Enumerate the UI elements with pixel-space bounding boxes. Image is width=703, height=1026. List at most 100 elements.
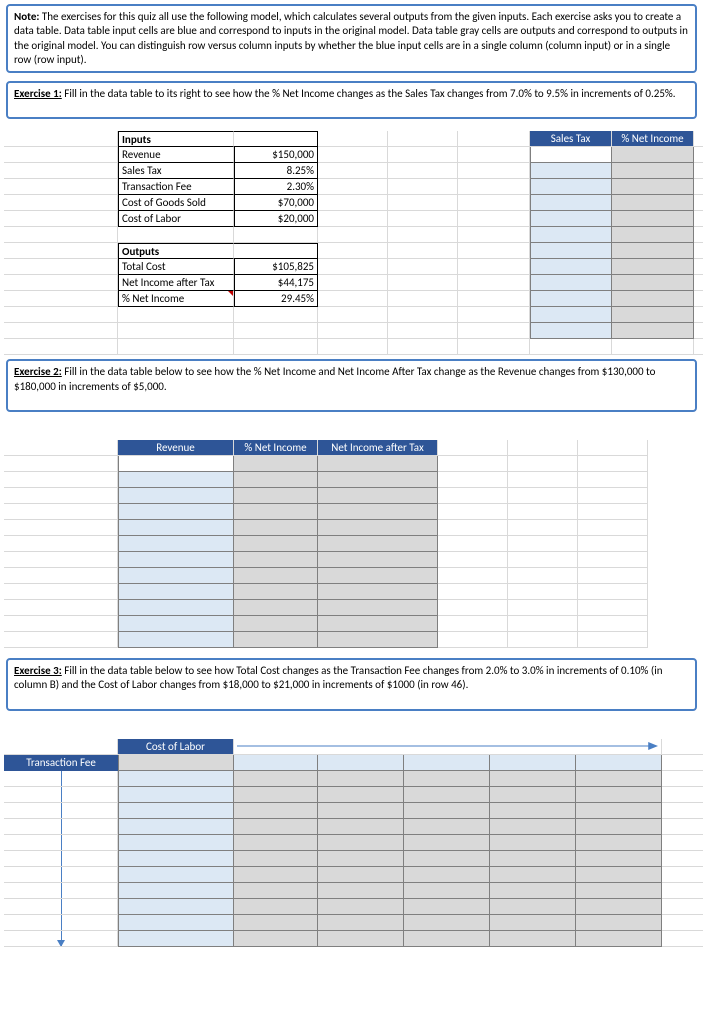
dt2-output-cell[interactable] — [234, 456, 318, 472]
dt3-output-cell[interactable] — [234, 835, 318, 851]
dt2-input-cell[interactable] — [118, 520, 234, 536]
dt3-output-cell[interactable] — [490, 803, 576, 819]
dt3-output-cell[interactable] — [404, 899, 490, 915]
dt2-input-cell[interactable] — [118, 552, 234, 568]
dt3-output-cell[interactable] — [576, 851, 662, 867]
dt2-output-cell[interactable] — [234, 568, 318, 584]
dt3-output-cell[interactable] — [318, 883, 404, 899]
dt3-output-cell[interactable] — [404, 803, 490, 819]
dt1-input-cell[interactable] — [530, 275, 612, 291]
dt2-output-cell[interactable] — [234, 632, 318, 648]
dt3-output-cell[interactable] — [234, 851, 318, 867]
dt3-col-input-cell[interactable] — [118, 835, 234, 851]
dt1-output-cell[interactable] — [612, 243, 694, 259]
dt3-output-cell[interactable] — [404, 771, 490, 787]
dt3-col-input-cell[interactable] — [118, 787, 234, 803]
dt2-input-cell[interactable] — [118, 632, 234, 648]
dt3-output-cell[interactable] — [404, 883, 490, 899]
dt3-output-cell[interactable] — [490, 883, 576, 899]
dt3-output-cell[interactable] — [490, 899, 576, 915]
dt3-output-cell[interactable] — [576, 803, 662, 819]
dt2-input-cell[interactable] — [118, 504, 234, 520]
dt3-output-cell[interactable] — [234, 915, 318, 931]
dt3-output-cell[interactable] — [318, 899, 404, 915]
dt3-output-cell[interactable] — [234, 803, 318, 819]
dt2-output-cell[interactable] — [234, 520, 318, 536]
dt2-output-cell[interactable] — [234, 488, 318, 504]
dt1-input-cell[interactable] — [530, 195, 612, 211]
dt3-output-cell[interactable] — [576, 787, 662, 803]
dt2-output-cell[interactable] — [318, 600, 438, 616]
dt1-input-cell[interactable] — [530, 179, 612, 195]
dt3-output-cell[interactable] — [234, 867, 318, 883]
dt3-output-cell[interactable] — [490, 835, 576, 851]
dt3-output-cell[interactable] — [576, 835, 662, 851]
dt3-output-cell[interactable] — [576, 899, 662, 915]
dt3-output-cell[interactable] — [318, 835, 404, 851]
dt1-input-cell[interactable] — [530, 259, 612, 275]
dt3-output-cell[interactable] — [490, 787, 576, 803]
dt3-output-cell[interactable] — [318, 819, 404, 835]
dt1-input-cell[interactable] — [530, 163, 612, 179]
dt3-output-cell[interactable] — [576, 819, 662, 835]
dt2-input-cell[interactable] — [118, 568, 234, 584]
dt3-output-cell[interactable] — [490, 819, 576, 835]
dt1-output-cell[interactable] — [612, 323, 694, 339]
dt2-input-cell[interactable] — [118, 488, 234, 504]
dt3-output-cell[interactable] — [490, 867, 576, 883]
dt3-output-cell[interactable] — [404, 819, 490, 835]
dt2-input-cell[interactable] — [118, 616, 234, 632]
dt1-input-cell[interactable] — [530, 211, 612, 227]
dt3-output-cell[interactable] — [234, 931, 318, 947]
dt3-output-cell[interactable] — [318, 931, 404, 947]
dt3-output-cell[interactable] — [490, 851, 576, 867]
dt3-col-input-cell[interactable] — [118, 819, 234, 835]
dt1-input-cell[interactable] — [530, 291, 612, 307]
dt3-output-cell[interactable] — [234, 771, 318, 787]
dt2-output-cell[interactable] — [318, 616, 438, 632]
dt2-output-cell[interactable] — [318, 504, 438, 520]
dt2-output-cell[interactable] — [318, 472, 438, 488]
dt1-input-cell[interactable] — [530, 227, 612, 243]
dt3-output-cell[interactable] — [318, 787, 404, 803]
dt3-col-input-cell[interactable] — [118, 867, 234, 883]
dt1-output-cell[interactable] — [612, 227, 694, 243]
dt3-output-cell[interactable] — [576, 915, 662, 931]
dt2-output-cell[interactable] — [234, 616, 318, 632]
dt1-output-cell[interactable] — [612, 211, 694, 227]
dt3-output-cell[interactable] — [490, 931, 576, 947]
dt3-output-cell[interactable] — [576, 867, 662, 883]
dt3-row-input-cell[interactable] — [404, 755, 490, 771]
dt3-output-cell[interactable] — [576, 883, 662, 899]
dt2-output-cell[interactable] — [234, 584, 318, 600]
dt2-output-cell[interactable] — [318, 520, 438, 536]
dt2-input-cell[interactable] — [118, 472, 234, 488]
dt3-output-cell[interactable] — [234, 883, 318, 899]
dt3-col-input-cell[interactable] — [118, 883, 234, 899]
dt3-output-cell[interactable] — [404, 915, 490, 931]
dt1-output-cell[interactable] — [612, 195, 694, 211]
dt3-output-cell[interactable] — [404, 851, 490, 867]
dt1-output-cell[interactable] — [612, 147, 694, 163]
dt3-col-input-cell[interactable] — [118, 851, 234, 867]
dt1-input-cell[interactable] — [530, 243, 612, 259]
dt1-output-cell[interactable] — [612, 163, 694, 179]
dt3-output-cell[interactable] — [234, 899, 318, 915]
dt3-row-input-cell[interactable] — [490, 755, 576, 771]
dt3-output-cell[interactable] — [404, 931, 490, 947]
dt3-corner-cell[interactable] — [118, 755, 234, 771]
dt2-output-cell[interactable] — [234, 472, 318, 488]
dt3-col-input-cell[interactable] — [118, 803, 234, 819]
dt1-output-cell[interactable] — [612, 291, 694, 307]
dt3-output-cell[interactable] — [490, 771, 576, 787]
dt3-output-cell[interactable] — [490, 915, 576, 931]
dt3-row-input-cell[interactable] — [318, 755, 404, 771]
dt3-output-cell[interactable] — [404, 867, 490, 883]
dt3-row-input-cell[interactable] — [234, 755, 318, 771]
dt1-output-cell[interactable] — [612, 259, 694, 275]
dt3-output-cell[interactable] — [318, 915, 404, 931]
dt1-output-cell[interactable] — [612, 179, 694, 195]
dt3-col-input-cell[interactable] — [118, 899, 234, 915]
dt3-col-input-cell[interactable] — [118, 915, 234, 931]
dt3-output-cell[interactable] — [318, 803, 404, 819]
